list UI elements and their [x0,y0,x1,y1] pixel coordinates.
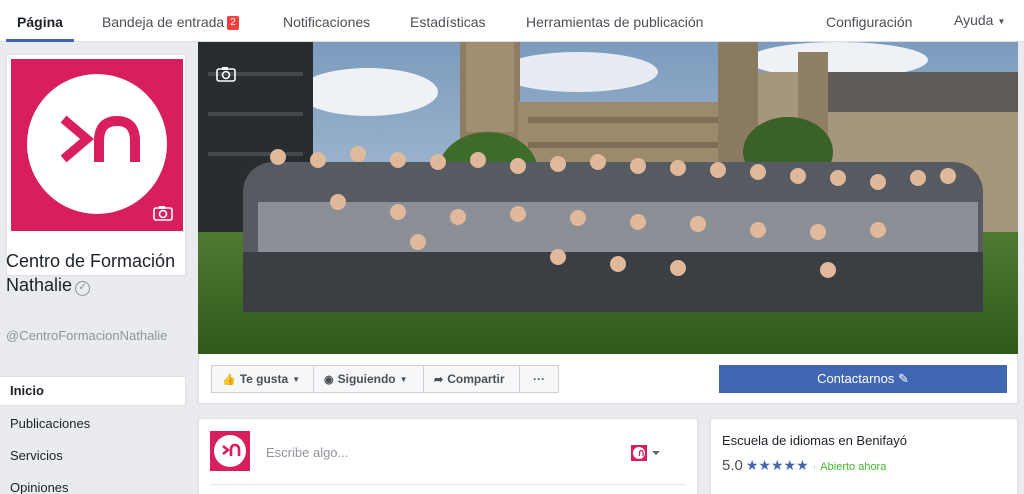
camera-icon[interactable] [153,205,173,221]
page-tab-bar: Página Bandeja de entrada 2 Notificacione… [0,0,1024,42]
pencil-icon: ✎ [898,371,909,386]
share-label: Compartir [447,372,505,386]
tab-pagina[interactable]: Página [6,0,74,42]
nav-label: Opiniones [10,480,69,494]
following-label: Siguiendo [337,372,396,386]
separator-dot: · [812,461,817,473]
nav-item-opiniones[interactable]: Opiniones [0,472,186,494]
rating-value: 5.0 [722,457,743,474]
share-arrow-icon: ➦ [434,374,444,386]
tab-label: Notificaciones [283,14,371,30]
tab-label: Estadísticas [410,14,486,30]
tab-notificaciones[interactable]: Notificaciones [283,0,370,42]
tab-label: Configuración [826,14,913,30]
page-navigation: Inicio Publicaciones Servicios Opiniones [0,376,186,494]
page-username[interactable]: @CentroFormacionNathalie [6,327,190,344]
post-as-selector[interactable] [631,445,663,461]
tab-bandeja-de-entrada[interactable]: Bandeja de entrada 2 [102,0,239,42]
rss-icon: ◉ [324,374,334,386]
nathalie-logo-icon [214,435,246,467]
page-info-card: Escuela de idiomas en Benifayó 5.0 ★★★★★ ·… [710,418,1018,494]
nav-label: Publicaciones [10,416,91,431]
left-column: Centro de Formación Nathalie ✓ @CentroFor… [0,42,198,494]
nav-item-inicio[interactable]: Inicio [0,376,186,406]
inbox-count-badge: 2 [227,16,239,30]
nav-item-servicios[interactable]: Servicios [0,440,186,472]
profile-picture [11,59,183,231]
profile-picture-frame[interactable] [6,54,186,276]
nav-label: Inicio [10,383,44,398]
chevron-down-icon: ▼ [292,375,301,384]
tab-ayuda[interactable]: Ayuda ▼ [954,0,1005,42]
following-button[interactable]: ◉ Siguiendo ▼ [313,365,424,393]
thumbs-up-icon: 👍 [222,374,236,386]
star-rating-icon: ★★★★★ [745,457,809,473]
verified-check-icon: ✓ [75,281,91,296]
tab-label: Ayuda [954,12,994,28]
tab-estadisticas[interactable]: Estadísticas [410,0,485,42]
post-composer: Escribe algo... [198,418,698,494]
page-action-bar: 👍 Te gusta ▼ ◉ Siguiendo ▼ ➦ Compartir ··· Co… [198,354,1018,404]
page-name-text: Centro de Formación Nathalie [6,251,176,295]
tab-label: Herramientas de publicación [526,14,704,30]
cover-photo-image [198,42,1018,354]
camera-icon[interactable] [216,66,236,82]
like-label: Te gusta [239,372,289,386]
chevron-down-icon: ▼ [997,17,1006,26]
share-button[interactable]: ➦ Compartir [423,365,520,393]
page-title[interactable]: Centro de Formación Nathalie ✓ [6,249,192,297]
nav-item-publicaciones[interactable]: Publicaciones [0,408,186,440]
post-input[interactable]: Escribe algo... [266,445,348,460]
tab-label: Página [17,14,63,30]
tab-label: Bandeja de entrada [102,14,225,30]
divider [210,484,686,485]
contact-label: Contactarnos [817,371,895,386]
contact-button[interactable]: Contactarnos ✎ [719,365,1007,393]
more-dots-icon: ··· [533,372,545,386]
tab-herramientas-de-publicacion[interactable]: Herramientas de publicación [526,0,703,42]
chevron-down-icon: ▼ [399,375,408,384]
open-status: Abierto ahora [820,461,887,473]
like-button[interactable]: 👍 Te gusta ▼ [211,365,314,393]
page-avatar-icon [631,445,660,461]
rating-row[interactable]: 5.0 ★★★★★ · Abierto ahora [722,457,886,474]
page-category[interactable]: Escuela de idiomas en Benifayó [722,433,907,448]
nav-label: Servicios [10,448,63,463]
tab-configuracion[interactable]: Configuración [826,0,912,42]
cover-photo[interactable] [198,42,1018,354]
avatar [210,431,250,471]
more-options-button[interactable]: ··· [519,365,559,393]
